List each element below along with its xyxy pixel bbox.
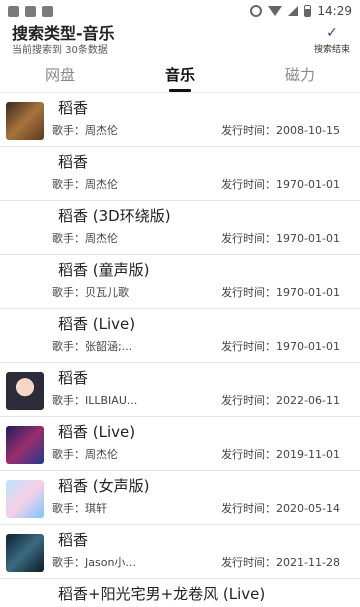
image-icon [8, 5, 19, 17]
wifi-icon [268, 6, 283, 16]
search-finish-label: 搜索结束 [313, 45, 350, 55]
release-date: 发行时间：2022-06-11 [221, 394, 340, 407]
song-title: 稻香 [58, 99, 89, 117]
release-date: 发行时间：2021-11-28 [221, 556, 340, 569]
list-item[interactable]: 稻香 歌手：周杰伦 发行时间：1970-01-01 [0, 147, 360, 201]
release-date: 发行时间：1970-01-01 [221, 178, 340, 191]
notification-icons [8, 5, 53, 17]
release-date: 发行时间：2008-10-15 [221, 124, 340, 137]
page-title: 搜索类型-音乐 [12, 24, 115, 43]
singer: 歌手：张韶涵;... [52, 340, 133, 353]
singer: 歌手：ILLBIAU... [52, 394, 138, 407]
list-item[interactable]: 稻香 (3D环绕版) 歌手：周杰伦 发行时间：1970-01-01 [0, 201, 360, 255]
search-finish-button[interactable]: ✓ 搜索结束 [314, 26, 350, 55]
list-item[interactable]: 稻香 歌手：Jason小... 发行时间：2021-11-28 [0, 525, 360, 579]
result-count: 当前搜索到 30条数据 [12, 45, 108, 56]
album-cover [6, 102, 44, 140]
tab-netdisk[interactable]: 网盘 [0, 62, 120, 92]
list-item[interactable]: 稻香 歌手：周杰伦 发行时间：2008-10-15 [0, 93, 360, 147]
singer: 歌手：周杰伦 [52, 124, 118, 137]
result-list: 稻香 歌手：周杰伦 发行时间：2008-10-15 稻香 歌手：周杰伦 发行时间… [0, 93, 360, 607]
album-cover [6, 534, 44, 572]
battery-icon [304, 5, 312, 17]
check-icon: ✓ [326, 25, 338, 41]
singer: 歌手：周杰伦 [52, 448, 118, 461]
song-title: 稻香 [58, 531, 89, 549]
album-cover [6, 426, 44, 464]
list-item[interactable]: 稻香 (童声版) 歌手：贝瓦儿歌 发行时间：1970-01-01 [0, 255, 360, 309]
song-title: 稻香 [58, 153, 89, 171]
release-date: 发行时间：1970-01-01 [221, 340, 340, 353]
list-item[interactable]: 稻香 (Live) 歌手：周杰伦 发行时间：2019-11-01 [0, 417, 360, 471]
tab-bar: 网盘 音乐 磁力 [0, 62, 360, 93]
song-title: 稻香 (女声版) [58, 477, 150, 495]
album-cover [6, 480, 44, 518]
song-title: 稻香 [58, 369, 89, 387]
tab-music[interactable]: 音乐 [120, 62, 240, 92]
singer: 歌手：琪轩 [52, 502, 107, 515]
app-icon [25, 5, 36, 17]
list-item[interactable]: 稻香 (女声版) 歌手：琪轩 发行时间：2020-05-14 [0, 471, 360, 525]
list-item[interactable]: 稻香 歌手：ILLBIAU... 发行时间：2022-06-11 [0, 363, 360, 417]
page-header: 搜索类型-音乐 当前搜索到 30条数据 ✓ 搜索结束 [0, 22, 360, 60]
release-date: 发行时间：2019-11-01 [221, 448, 340, 461]
dnd-icon [250, 5, 263, 17]
song-title: 稻香+阳光宅男+龙卷风 (Live) [58, 585, 266, 603]
text-icon [42, 5, 53, 17]
status-bar: 14:29 [0, 0, 360, 22]
song-title: 稻香 (Live) [58, 423, 136, 441]
singer: 歌手：Jason小... [52, 556, 136, 569]
list-item[interactable]: 稻香 (Live) 歌手：张韶涵;... 发行时间：1970-01-01 [0, 309, 360, 363]
release-date: 发行时间：1970-01-01 [221, 286, 340, 299]
list-item[interactable]: 稻香+阳光宅男+龙卷风 (Live) [0, 579, 360, 607]
tab-magnet[interactable]: 磁力 [240, 62, 360, 92]
song-title: 稻香 (Live) [58, 315, 136, 333]
clock: 14:29 [317, 4, 352, 18]
singer: 歌手：周杰伦 [52, 178, 118, 191]
singer: 歌手：贝瓦儿歌 [52, 286, 129, 299]
song-title: 稻香 (3D环绕版) [58, 207, 171, 225]
album-cover [6, 372, 44, 410]
signal-icon [288, 6, 299, 16]
song-title: 稻香 (童声版) [58, 261, 150, 279]
release-date: 发行时间：2020-05-14 [221, 502, 340, 515]
system-icons: 14:29 [250, 4, 352, 18]
release-date: 发行时间：1970-01-01 [221, 232, 340, 245]
singer: 歌手：周杰伦 [52, 232, 118, 245]
